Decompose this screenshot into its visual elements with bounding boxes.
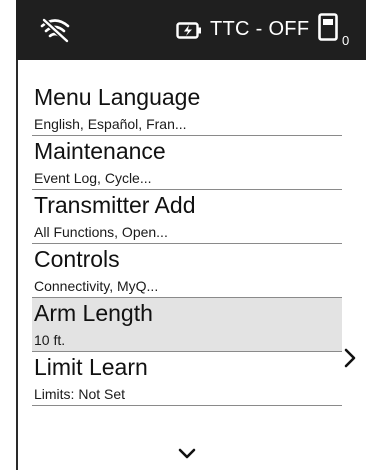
- remote-count: 0: [342, 33, 350, 48]
- menu-item-subtitle: Connectivity, MyQ...: [34, 278, 159, 294]
- menu-item-title: Menu Language: [34, 84, 201, 110]
- menu-item-subtitle: Limits: Not Set: [34, 386, 126, 402]
- menu-item-menu-language[interactable]: Menu Language English, Español, Fran...: [32, 82, 342, 136]
- menu-item-subtitle: 10 ft.: [34, 332, 66, 348]
- wifi-off-icon: [40, 18, 70, 43]
- menu-item-controls[interactable]: Controls Connectivity, MyQ...: [32, 244, 342, 298]
- remote-icon: [318, 13, 338, 41]
- menu-item-subtitle: English, Español, Fran...: [34, 116, 187, 132]
- menu-item-arm-length[interactable]: Arm Length 10 ft.: [32, 298, 342, 352]
- menu-item-title: Maintenance: [34, 138, 166, 164]
- menu-item-title: Controls: [34, 246, 120, 272]
- screen-edge: [16, 0, 18, 470]
- menu-item-maintenance[interactable]: Maintenance Event Log, Cycle...: [32, 136, 342, 190]
- menu-item-title: Arm Length: [34, 300, 153, 326]
- ttc-status-label: TTC - OFF: [210, 18, 310, 40]
- menu-item-title: Limit Learn: [34, 354, 148, 380]
- battery-charging-icon: [176, 22, 201, 39]
- settings-menu: Menu Language English, Español, Fran... …: [32, 82, 342, 406]
- menu-item-subtitle: Event Log, Cycle...: [34, 170, 152, 186]
- chevron-right-icon[interactable]: [344, 348, 356, 368]
- chevron-down-icon[interactable]: [178, 448, 196, 460]
- status-bar: TTC - OFF 0: [16, 0, 366, 60]
- menu-item-transmitter-add[interactable]: Transmitter Add All Functions, Open...: [32, 190, 342, 244]
- menu-item-title: Transmitter Add: [34, 192, 196, 218]
- menu-item-subtitle: All Functions, Open...: [34, 224, 168, 240]
- menu-item-limit-learn[interactable]: Limit Learn Limits: Not Set: [32, 352, 342, 406]
